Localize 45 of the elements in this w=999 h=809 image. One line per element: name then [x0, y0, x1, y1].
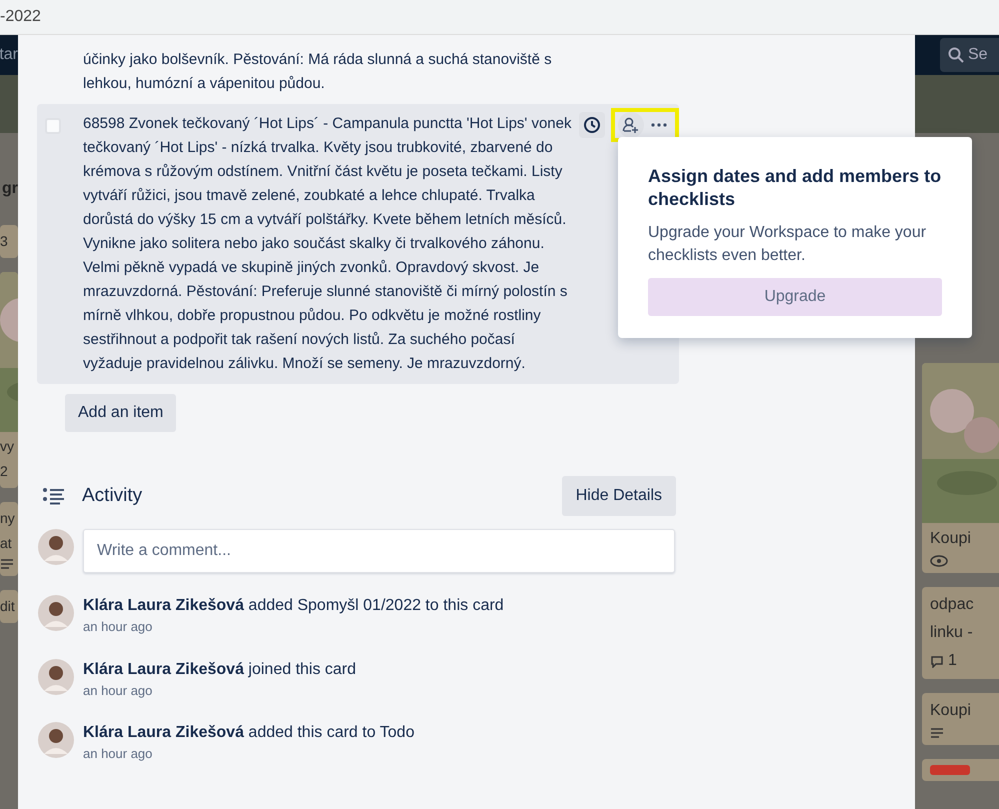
avatar — [38, 529, 74, 565]
section-title: Activity — [82, 484, 144, 508]
card-title: odpac — [930, 595, 974, 615]
assign-member-button[interactable] — [618, 112, 644, 138]
avatar — [38, 722, 74, 758]
checkbox[interactable] — [45, 118, 61, 134]
hide-details-button[interactable]: Hide Details — [562, 476, 676, 516]
card-title: dit — [0, 597, 15, 616]
list-title: gr — [1, 179, 18, 199]
comment-field[interactable]: Write a comment... — [83, 529, 675, 573]
comment-icon — [930, 654, 944, 668]
timestamp: an hour ago — [83, 618, 154, 636]
avatar — [38, 595, 74, 631]
timestamp: an hour ago — [83, 682, 154, 700]
activity-text: Klára Laura Zikešová added this card to Todo — [83, 723, 414, 743]
popover-text: Upgrade your Workspace to make your checklists even better. — [648, 223, 928, 266]
timestamp: an hour ago — [83, 745, 154, 763]
tab-title: -2022 — [0, 7, 41, 27]
card-title: linku - — [930, 623, 973, 643]
card-title: ny — [0, 509, 15, 528]
eye-icon — [930, 555, 948, 567]
card-title: Koupi — [930, 701, 971, 721]
activity-text: Klára Laura Zikešová joined this card — [83, 660, 356, 680]
item-text: 68598 Zvonek tečkovaný ´Hot Lips´ - Campanula punctta 'Hot Lips' vonek tečkovaný ´Hot Lips' - nízká trvalka. Květy jsou trubkovité, zbarvené do krémova s růžovým odstínem. Vnitřní část květu je poseta tečkami. Listy vytváří růžici, jsou tmavě zelené, zoubkaté a lehce chlupaté. Trvalka dorůstá do výšky 15 cm a vytváří polštářky. Kvete během letních měsíců. Vynikne jako solitera nebo jako součást skalky či trvalkového záhonu. Velmi pěkně vypadá ve skupině jiných zvonků. Opravdový skvost. Je mrazuvzdorná. Pěstování: Preferuje slunné stanoviště či mírný polostín s mírně vlhkou, dobře propustnou půdou. Po odkvětu je možné rostliny sestřihnout a podpořit tak rašení nových listů. Za suchého počasí vyžaduje pravidelnou zálivku. Množí se semeny. Je mrazuvzdorný. — [83, 114, 572, 374]
description-icon — [0, 558, 14, 570]
card-title: Koupi — [930, 529, 971, 549]
search-field[interactable]: Se — [940, 38, 999, 72]
upgrade-button[interactable]: Upgrade — [648, 278, 942, 316]
card-title: at — [0, 534, 12, 553]
search-icon — [948, 47, 964, 63]
card-title: vy — [0, 437, 14, 456]
add-member-icon — [622, 116, 640, 134]
description-icon — [930, 727, 944, 739]
add-item-button[interactable]: Add an item — [65, 394, 176, 432]
due-date-button[interactable] — [579, 112, 605, 138]
activity-icon — [42, 487, 66, 505]
card-title: 2 — [0, 462, 8, 481]
clock-icon — [583, 116, 601, 134]
comment-count: 1 — [948, 651, 957, 671]
more-icon — [651, 123, 667, 127]
card-title: 3 — [0, 232, 8, 251]
activity-text: Klára Laura Zikešová added Spomyšl 01/2022 to this card — [83, 596, 504, 616]
popover-title: Assign dates and add members to checklists — [648, 165, 942, 211]
item-text: účinky jako bolševník. Pěstování: Má ráda slunná a suchá stanoviště s lehkou, humózní a vápenitou půdou. — [83, 50, 553, 94]
avatar — [38, 658, 74, 694]
